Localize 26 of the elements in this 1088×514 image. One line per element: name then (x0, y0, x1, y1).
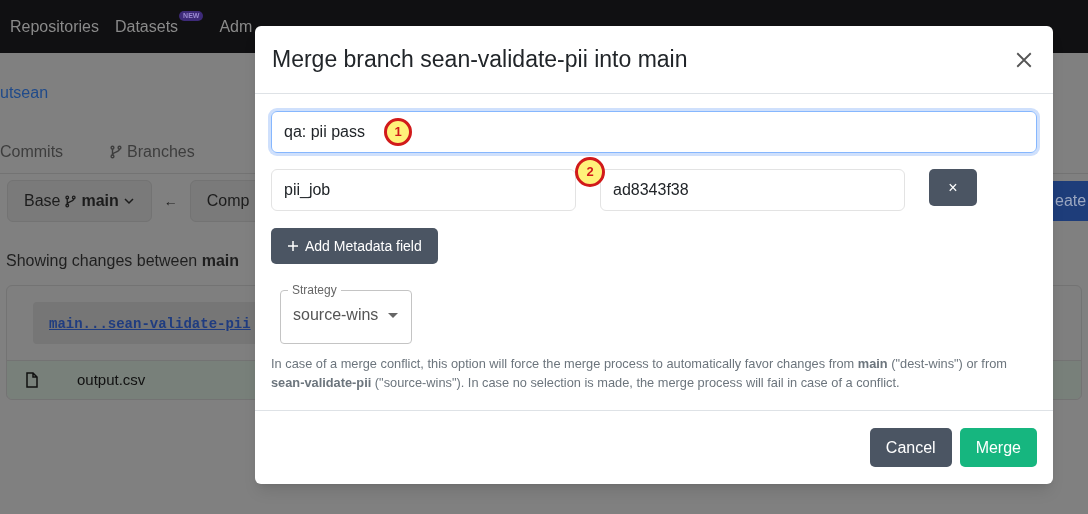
direction-arrow: ← (163, 191, 178, 211)
annotation-marker: 1 (384, 118, 412, 146)
strategy-value: source-wins (293, 305, 379, 325)
nav-link[interactable]: Adm (219, 14, 253, 39)
nav-link[interactable]: Datasets (114, 14, 179, 39)
cancel-button[interactable]: Cancel (869, 428, 952, 467)
dropdown-caret-icon (388, 312, 399, 318)
file-icon (25, 372, 39, 388)
add-metadata-button[interactable]: Add Metadata field (271, 228, 438, 264)
dialog-title: Merge branch sean-validate-pii into main (272, 45, 688, 75)
metadata-key-field[interactable]: pii_job (271, 169, 576, 211)
remove-field-button[interactable]: × (929, 169, 977, 206)
plus-icon (287, 240, 299, 252)
strategy-help-text: In case of a merge conflict, this option will force the merge process to automatically favor changes from main ("dest-wins") or from sean-validate-pii ("source-wins"). In case no selection is made, the merge process will fail in case of a conflict. (271, 355, 1008, 392)
annotation-marker: 2 (575, 157, 605, 187)
file-name: output.csv (77, 369, 146, 390)
changes-summary: Showing changes between main (5, 251, 241, 271)
create-pull-request-button[interactable]: eate (1053, 181, 1088, 221)
base-branch-dropdown[interactable]: Base main (7, 180, 152, 222)
branch-icon (109, 145, 124, 159)
nav-link[interactable]: Repositories (10, 14, 99, 39)
branch-icon (64, 194, 78, 208)
chevron-down-icon (122, 195, 135, 207)
close-icon (1015, 50, 1033, 69)
strategy-label: Strategy (291, 282, 338, 299)
metadata-value-field[interactable]: ad8343f38 (600, 169, 905, 211)
